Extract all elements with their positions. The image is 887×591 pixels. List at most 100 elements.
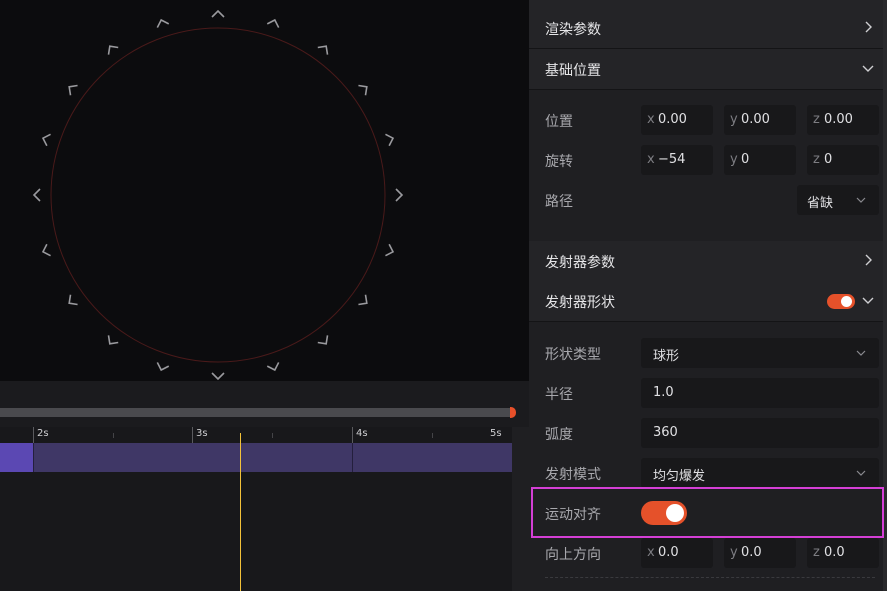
- position-label: 位置: [545, 114, 573, 130]
- bracket-marker-icon: [385, 243, 395, 257]
- up-z-value: 0.0: [824, 545, 845, 560]
- shape-type-label: 形状类型: [545, 347, 601, 363]
- rotation-z-field[interactable]: z 0: [807, 145, 879, 175]
- section-title: 发射器参数: [545, 255, 615, 271]
- bracket-marker-icon: [266, 18, 280, 28]
- bracket-marker-icon: [317, 45, 329, 55]
- chevron-down-icon: [862, 65, 874, 72]
- position-y-value: 0.00: [741, 112, 770, 127]
- tick-minor: [113, 433, 114, 438]
- up-y-value: 0.0: [741, 545, 762, 560]
- tick-3s: [192, 427, 193, 443]
- path-value: 省缺: [807, 196, 834, 211]
- emit-mode-label: 发射模式: [545, 467, 601, 483]
- toggle-knob: [841, 296, 852, 307]
- scrub-track[interactable]: [0, 408, 512, 417]
- radius-input[interactable]: 1.0: [641, 378, 879, 408]
- bracket-marker-icon: [211, 9, 225, 18]
- position-y-field[interactable]: y 0.00: [724, 105, 796, 135]
- position-x-field[interactable]: x 0.00: [641, 105, 713, 135]
- playback-scrubber[interactable]: [0, 381, 529, 427]
- scene-viewport[interactable]: [0, 0, 529, 381]
- track-clip-selected[interactable]: [0, 443, 33, 472]
- section-emitter-params[interactable]: 发射器参数: [529, 241, 883, 282]
- tick-2s: [33, 427, 34, 443]
- direction-markers: [32, 9, 404, 381]
- rotation-x-field[interactable]: x −54: [641, 145, 713, 175]
- section-base-position[interactable]: 基础位置: [529, 49, 883, 90]
- chevron-down-icon: [862, 297, 874, 304]
- chevron-right-icon: [865, 254, 872, 266]
- up-x-field[interactable]: x 0.0: [641, 538, 713, 568]
- arc-value: 360: [653, 425, 678, 440]
- axis-x: x: [647, 112, 655, 127]
- bracket-marker-icon: [107, 335, 119, 345]
- up-direction-label: 向上方向: [545, 547, 601, 563]
- tick-minor: [432, 433, 433, 438]
- bracket-marker-icon: [68, 294, 78, 306]
- section-title: 发射器形状: [545, 295, 615, 311]
- section-render-params[interactable]: 渲染参数: [529, 8, 883, 49]
- tick-minor: [272, 433, 273, 438]
- axis-z: z: [813, 112, 820, 127]
- tick-4s: [352, 427, 353, 443]
- up-x-value: 0.0: [658, 545, 679, 560]
- section-title: 渲染参数: [545, 22, 601, 38]
- sphere-outline: [50, 27, 386, 363]
- timeline-scrollbar[interactable]: [512, 427, 529, 591]
- time-label-2s: 2s: [37, 428, 49, 439]
- axis-y: y: [730, 545, 738, 560]
- emitter-sphere-preview: [32, 9, 404, 381]
- highlight-box: [531, 487, 884, 538]
- chevron-down-icon: [856, 197, 866, 203]
- shape-type-value: 球形: [653, 349, 680, 364]
- bracket-marker-icon: [32, 188, 41, 202]
- playhead[interactable]: [240, 433, 241, 591]
- bracket-marker-icon: [41, 243, 51, 257]
- up-y-field[interactable]: y 0.0: [724, 538, 796, 568]
- section-emitter-shape[interactable]: 发射器形状: [529, 281, 883, 322]
- bracket-marker-icon: [107, 45, 119, 55]
- path-label: 路径: [545, 194, 573, 210]
- shape-type-dropdown[interactable]: 球形: [641, 338, 879, 368]
- position-z-value: 0.00: [824, 112, 853, 127]
- divider: [545, 577, 875, 578]
- time-label-5s: 5s: [490, 428, 502, 439]
- emit-mode-value: 均匀爆发: [653, 469, 706, 484]
- axis-y: y: [730, 112, 738, 127]
- chevron-right-icon: [865, 21, 872, 33]
- track-clip[interactable]: [352, 443, 530, 472]
- rotation-y-value: 0: [741, 152, 750, 167]
- track-clip[interactable]: [33, 443, 353, 472]
- arc-input[interactable]: 360: [641, 418, 879, 448]
- axis-z: z: [813, 545, 820, 560]
- rotation-y-field[interactable]: y 0: [724, 145, 796, 175]
- axis-x: x: [647, 545, 655, 560]
- bracket-marker-icon: [317, 335, 329, 345]
- scrub-handle[interactable]: [510, 407, 516, 418]
- section-title: 基础位置: [545, 63, 601, 79]
- bracket-marker-icon: [358, 84, 368, 96]
- bracket-marker-icon: [156, 18, 170, 28]
- bracket-marker-icon: [266, 362, 280, 372]
- emitter-track[interactable]: [0, 443, 529, 472]
- radius-label: 半径: [545, 387, 573, 403]
- chevron-down-icon: [856, 470, 866, 476]
- axis-y: y: [730, 152, 738, 167]
- axis-x: x: [647, 152, 655, 167]
- time-ruler[interactable]: 2s 3s 4s 5s: [0, 427, 512, 444]
- timeline: 2s 3s 4s 5s: [0, 427, 529, 591]
- bracket-marker-icon: [41, 133, 51, 147]
- axis-z: z: [813, 152, 820, 167]
- time-label-4s: 4s: [356, 428, 368, 439]
- emit-mode-dropdown[interactable]: 均匀爆发: [641, 458, 879, 488]
- radius-value: 1.0: [653, 385, 674, 400]
- position-z-field[interactable]: z 0.00: [807, 105, 879, 135]
- up-z-field[interactable]: z 0.0: [807, 538, 879, 568]
- path-dropdown[interactable]: 省缺: [797, 185, 879, 215]
- bracket-marker-icon: [211, 372, 225, 381]
- emitter-shape-toggle[interactable]: [827, 294, 855, 309]
- bracket-marker-icon: [358, 294, 368, 306]
- bracket-marker-icon: [395, 188, 404, 202]
- rotation-z-value: 0: [824, 152, 833, 167]
